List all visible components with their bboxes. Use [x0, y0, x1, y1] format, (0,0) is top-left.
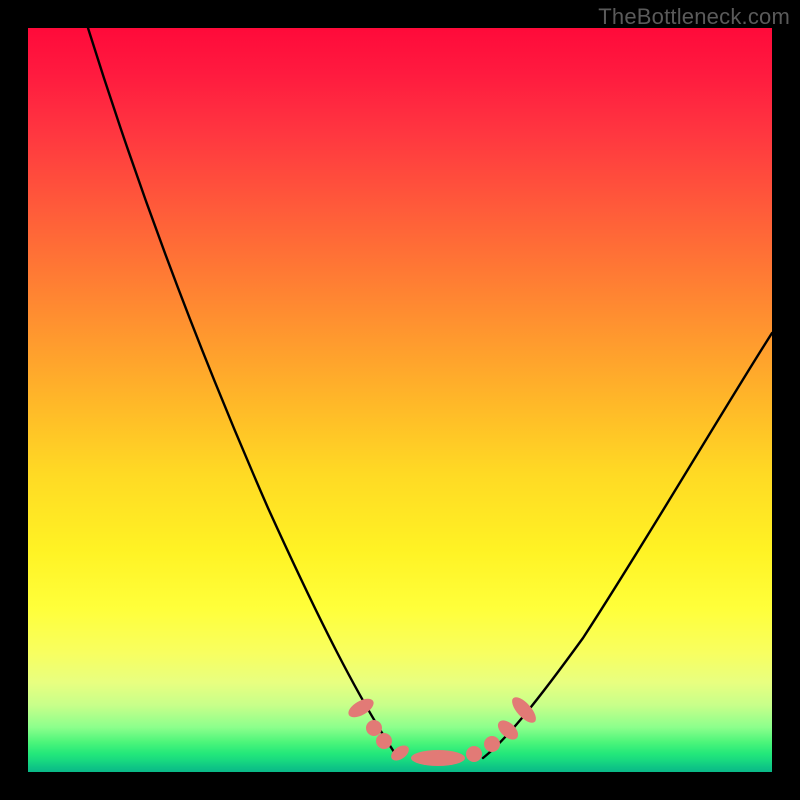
marker-dot	[376, 733, 392, 749]
curve-right	[483, 333, 772, 758]
marker-pill	[494, 717, 521, 743]
chart-svg	[28, 28, 772, 772]
marker-bar	[411, 750, 465, 766]
marker-pill	[508, 693, 540, 726]
plot-area	[28, 28, 772, 772]
marker-dot	[366, 720, 382, 736]
marker-pill	[388, 742, 411, 763]
curve-left	[88, 28, 398, 758]
marker-dot	[484, 736, 500, 752]
outer-frame: TheBottleneck.com	[0, 0, 800, 800]
watermark-text: TheBottleneck.com	[598, 4, 790, 30]
marker-dot	[466, 746, 482, 762]
bottom-markers	[345, 693, 540, 766]
